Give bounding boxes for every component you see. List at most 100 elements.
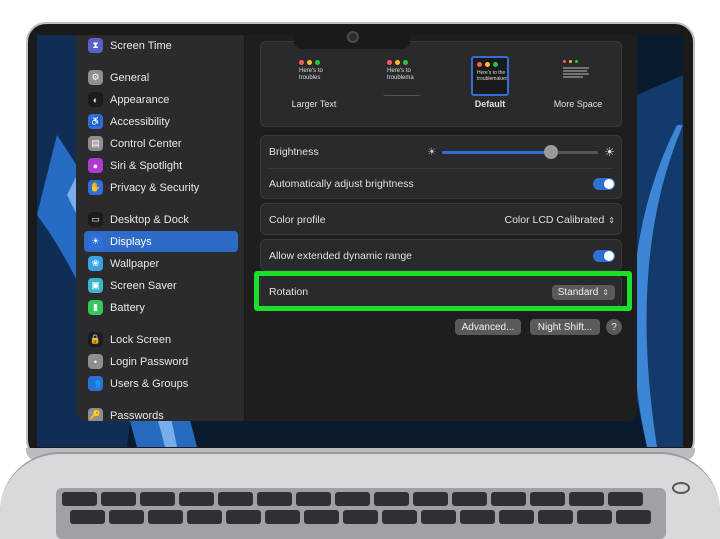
updown-chevron-icon: ⇕	[608, 215, 615, 225]
sidebar-item-label: Control Center	[110, 137, 182, 150]
users-icon: 👥	[88, 376, 103, 391]
slider-fill	[442, 151, 552, 154]
sidebar-item-label: Wallpaper	[110, 257, 160, 270]
yellow-dot	[307, 60, 312, 65]
color-profile-value: Color LCD Calibrated	[504, 214, 605, 226]
green-dot	[493, 62, 498, 67]
sidebar-item-screen-time[interactable]: ⧗ Screen Time	[84, 35, 238, 56]
trackpad-edge	[672, 482, 690, 494]
yellow-dot	[569, 60, 572, 63]
screen-saver-icon: ▣	[88, 278, 103, 293]
resolution-preview: Here's to troublema	[383, 56, 421, 96]
accessibility-icon: ♿	[88, 114, 103, 129]
green-dot	[403, 60, 408, 65]
password-icon: •	[88, 354, 103, 369]
sidebar-item-label: Privacy & Security	[110, 181, 200, 194]
sidebar-item-appearance[interactable]: ◐ Appearance	[84, 89, 238, 110]
sidebar-item-login-password[interactable]: • Login Password	[84, 351, 238, 372]
resolution-preview: Here's to troubles	[295, 56, 333, 96]
sidebar-item-siri-spotlight[interactable]: ● Siri & Spotlight	[84, 155, 238, 176]
color-profile-row: Color profile Color LCD Calibrated ⇕	[261, 204, 623, 236]
sidebar-item-screen-saver[interactable]: ▣ Screen Saver	[84, 275, 238, 296]
sidebar-item-control-center[interactable]: ▤ Control Center	[84, 133, 238, 154]
sidebar-item-label: Displays	[110, 235, 152, 248]
auto-brightness-toggle[interactable]	[593, 178, 615, 190]
help-button[interactable]: ?	[606, 319, 622, 335]
red-dot	[477, 62, 482, 67]
key-row	[62, 492, 643, 506]
green-dot	[315, 60, 320, 65]
siri-icon: ●	[88, 158, 103, 173]
resolution-label: Larger Text	[291, 99, 337, 109]
sidebar-item-label: Login Password	[110, 355, 189, 368]
yellow-dot	[395, 60, 400, 65]
color-profile-select[interactable]: Color LCD Calibrated ⇕	[505, 214, 616, 226]
lock-icon: 🔒	[88, 332, 103, 347]
yellow-dot	[485, 62, 490, 67]
sun-small-icon: ☀	[427, 146, 437, 158]
desktop-icon: ▭	[88, 212, 103, 227]
hand-icon: ✋	[88, 180, 103, 195]
sidebar: ⧗ Screen Time ⚙ General ◐ Appearance ♿ Accessib…	[76, 35, 245, 421]
keyboard	[56, 488, 666, 539]
sidebar-item-label: Screen Time	[110, 39, 172, 52]
resolution-option-default[interactable]: Here's to the troublemakers Default	[457, 56, 523, 116]
sidebar-item-displays[interactable]: ☀ Displays	[84, 231, 238, 252]
control-center-icon: ▤	[88, 136, 103, 151]
preview-text: Here's to troublema	[387, 68, 414, 81]
edr-row: Allow extended dynamic range	[261, 240, 623, 272]
color-profile-label: Color profile	[269, 214, 326, 226]
color-profile-panel: Color profile Color LCD Calibrated ⇕	[260, 203, 622, 235]
rotation-highlight-box	[254, 271, 632, 311]
night-shift-button[interactable]: Night Shift...	[530, 319, 600, 335]
sidebar-item-wallpaper[interactable]: ❀ Wallpaper	[84, 253, 238, 274]
resolution-preview: Here's to the troublemakers	[471, 56, 509, 96]
brightness-row: Brightness ☀ ☀	[261, 136, 623, 168]
battery-icon: ▮	[88, 300, 103, 315]
preview-lines	[563, 67, 589, 78]
resolution-panel: Here's to troubles Larger Text Here's to…	[260, 41, 622, 127]
sidebar-item-label: Users & Groups	[110, 377, 189, 390]
sidebar-item-label: General	[110, 71, 150, 84]
sidebar-item-general[interactable]: ⚙ General	[84, 67, 238, 88]
hourglass-icon: ⧗	[88, 38, 103, 53]
red-dot	[299, 60, 304, 65]
appearance-icon: ◐	[88, 92, 103, 107]
auto-brightness-row: Automatically adjust brightness	[261, 168, 623, 200]
resolution-option-more-space[interactable]: More Space	[545, 56, 611, 116]
resolution-option-2[interactable]: Here's to troublema	[369, 56, 435, 116]
resolution-preview	[559, 56, 597, 96]
sidebar-item-label: Desktop & Dock	[110, 213, 189, 226]
sidebar-item-label: Screen Saver	[110, 279, 177, 292]
sun-large-icon: ☀	[604, 145, 615, 159]
sidebar-item-battery[interactable]: ▮ Battery	[84, 297, 238, 318]
brightness-slider[interactable]	[442, 145, 599, 159]
resolution-option-larger-text[interactable]: Here's to troubles Larger Text	[281, 56, 347, 116]
edr-toggle[interactable]	[593, 250, 615, 262]
red-dot	[387, 60, 392, 65]
wallpaper-icon: ❀	[88, 256, 103, 271]
key-icon: 🔑	[88, 408, 103, 421]
advanced-button[interactable]: Advanced...	[455, 319, 521, 335]
resolution-label: More Space	[553, 99, 603, 109]
sidebar-item-lock-screen[interactable]: 🔒 Lock Screen	[84, 329, 238, 350]
brightness-panel: Brightness ☀ ☀ Automatically adjust brig…	[260, 135, 622, 199]
sidebar-item-users-groups[interactable]: 👥 Users & Groups	[84, 373, 238, 394]
sidebar-item-label: Lock Screen	[110, 333, 172, 346]
sidebar-item-privacy-security[interactable]: ✋ Privacy & Security	[84, 177, 238, 198]
auto-brightness-label: Automatically adjust brightness	[269, 178, 414, 190]
sidebar-item-label: Appearance	[110, 93, 170, 106]
sidebar-item-accessibility[interactable]: ♿ Accessibility	[84, 111, 238, 132]
brightness-label: Brightness	[269, 146, 319, 158]
sidebar-item-label: Battery	[110, 301, 145, 314]
gear-icon: ⚙	[88, 70, 103, 85]
key-row	[70, 510, 651, 524]
resolution-label: Default	[474, 99, 506, 109]
sidebar-item-desktop-dock[interactable]: ▭ Desktop & Dock	[84, 209, 238, 230]
sidebar-item-label: Accessibility	[110, 115, 170, 128]
sidebar-item-passwords[interactable]: 🔑 Passwords	[84, 405, 238, 421]
preview-text: Here's to troubles	[299, 68, 323, 81]
slider-knob[interactable]	[544, 145, 559, 159]
sidebar-item-label: Siri & Spotlight	[110, 159, 183, 172]
camera	[347, 31, 359, 43]
